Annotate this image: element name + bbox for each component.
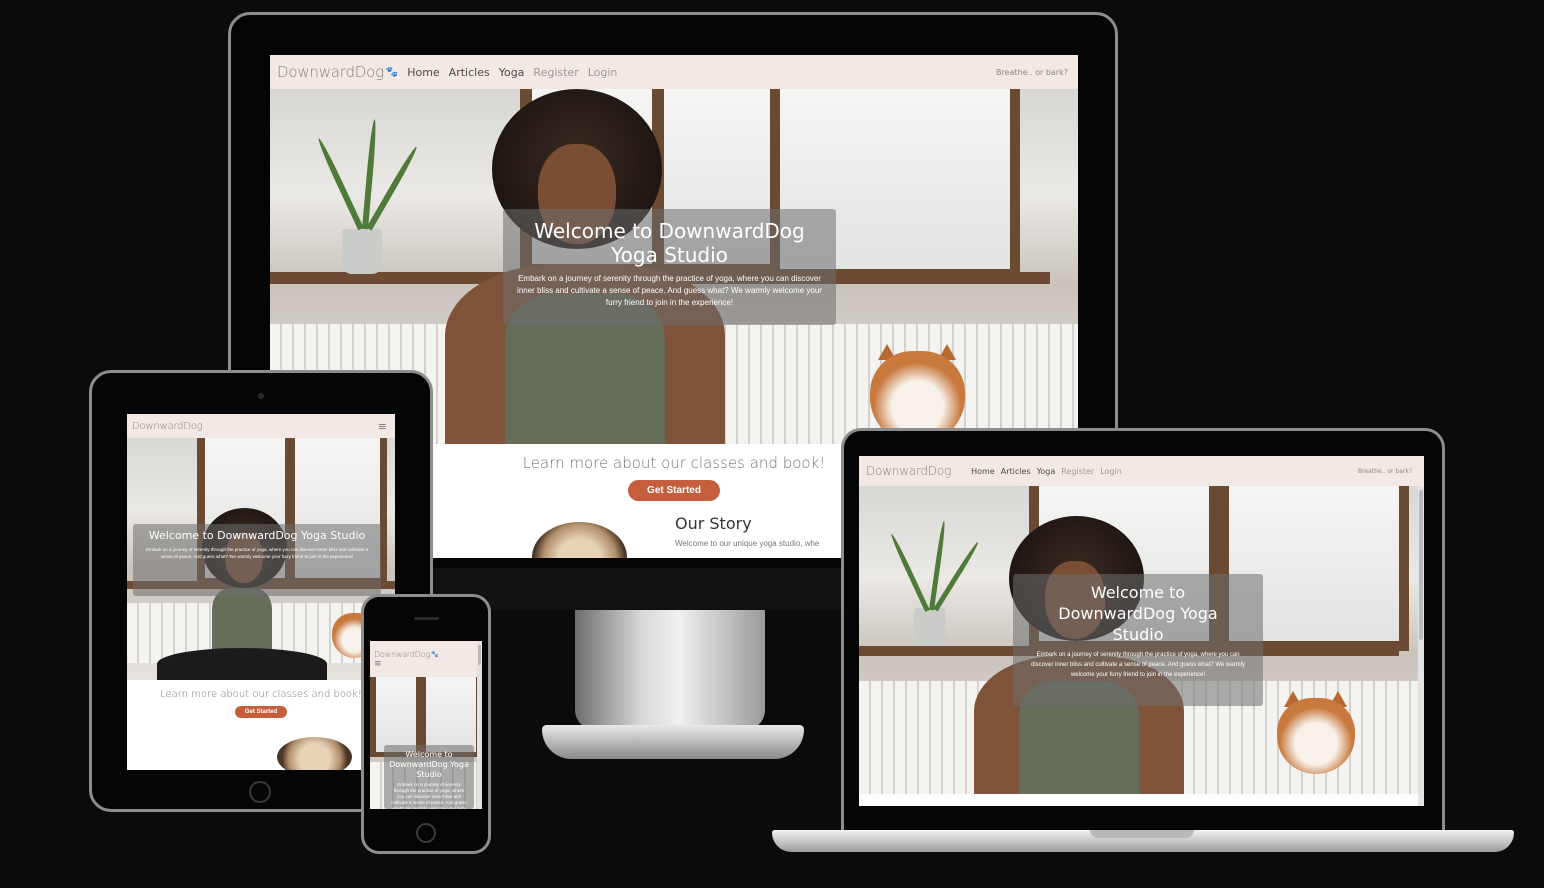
- nav-login[interactable]: Login: [1100, 467, 1122, 476]
- cta-section: [859, 794, 1424, 806]
- brand-logo[interactable]: DownwardDog: [132, 421, 203, 432]
- hero-text: Embark on a journey of serenity through …: [391, 782, 467, 809]
- hero-overlay: Welcome to DownwardDog Yoga Studio Embar…: [503, 209, 836, 325]
- hero-title-line1: Welcome to DownwardDog: [534, 219, 805, 243]
- nav-yoga[interactable]: Yoga: [499, 66, 525, 79]
- scrollbar[interactable]: [1418, 486, 1424, 806]
- pug-image: [277, 737, 352, 770]
- monitor-stand-base: [542, 725, 804, 759]
- hero-overlay: Welcome to DownwardDog Yoga Studio Embar…: [133, 524, 381, 596]
- tablet-camera: [258, 393, 264, 399]
- window-glass: [376, 677, 416, 752]
- phone-speaker: [414, 617, 439, 620]
- plant-leaf: [366, 145, 420, 231]
- nav-register[interactable]: Register: [1061, 467, 1094, 476]
- nav-articles[interactable]: Articles: [449, 66, 490, 79]
- hero-text: Embark on a journey of serenity through …: [517, 274, 822, 307]
- navbar: DownwardDog Home Articles Yoga Register …: [859, 456, 1424, 486]
- hero-text: Embark on a journey of serenity through …: [145, 547, 369, 559]
- monitor-stand: [575, 610, 765, 730]
- laptop-screen: DownwardDog Home Articles Yoga Register …: [859, 456, 1424, 806]
- paw-icon: 🐾: [385, 66, 399, 78]
- window-glass: [426, 677, 476, 752]
- nav-yoga[interactable]: Yoga: [1037, 467, 1056, 476]
- nav-register[interactable]: Register: [533, 66, 578, 79]
- plant-pot: [342, 229, 382, 274]
- pug-image: [532, 522, 627, 558]
- navbar: DownwardDog 🐾 ≡: [370, 641, 482, 677]
- nav-home[interactable]: Home: [407, 66, 439, 79]
- navbar: DownwardDog 🐾 Home Articles Yoga Registe…: [270, 55, 1078, 89]
- tablet-home-button[interactable]: [249, 781, 271, 803]
- get-started-button[interactable]: Get Started: [234, 706, 288, 718]
- scrollbar[interactable]: [477, 641, 482, 809]
- brand-name: DownwardDog: [374, 649, 430, 659]
- story-text: Welcome to our unique yoga studio, whe: [675, 539, 820, 548]
- story-title: Our Story: [675, 514, 752, 533]
- nav-login[interactable]: Login: [588, 66, 618, 79]
- tablet-screen: DownwardDog ≡ Welcome to DownwardDog Yog…: [127, 414, 395, 770]
- brand-logo[interactable]: DownwardDog: [866, 464, 951, 478]
- brand-logo[interactable]: DownwardDog 🐾: [277, 63, 398, 81]
- hamburger-icon[interactable]: ≡: [374, 659, 382, 669]
- hero-title: Welcome to DownwardDog Yoga Studio: [503, 219, 836, 267]
- scrollbar-thumb[interactable]: [1419, 490, 1423, 640]
- hero-overlay: Welcome to DownwardDog Yoga Studio Embar…: [1013, 574, 1263, 706]
- dog-head: [1277, 698, 1355, 774]
- nav-home[interactable]: Home: [971, 467, 995, 476]
- hero-title-line2: Yoga Studio: [611, 243, 728, 267]
- cta-text: Learn more about our classes and book!: [160, 689, 362, 700]
- tagline: Breathe.. or bark?: [995, 67, 1068, 77]
- phone-screen: DownwardDog 🐾 ≡ Welcome to DownwardDog Y…: [370, 641, 482, 809]
- hero-title: Welcome to DownwardDog Yoga Studio: [148, 529, 366, 542]
- hero-title: Welcome to DownwardDog Yoga Studio: [1058, 583, 1218, 644]
- brand-name: DownwardDog: [866, 464, 952, 478]
- navbar: DownwardDog ≡: [127, 414, 395, 438]
- tagline: Breathe.. or bark?: [1357, 467, 1412, 475]
- hamburger-icon[interactable]: ≡: [378, 420, 387, 433]
- hero-title: Welcome to DownwardDog Yoga Studio: [389, 750, 469, 779]
- plant-leaf: [889, 532, 930, 613]
- plant-leaf: [316, 137, 364, 231]
- brand-logo[interactable]: DownwardDog 🐾: [374, 650, 438, 659]
- brand-name: DownwardDog: [277, 63, 384, 81]
- laptop-notch: [1090, 830, 1194, 838]
- nav-articles[interactable]: Articles: [1001, 467, 1031, 476]
- get-started-button[interactable]: Get Started: [628, 480, 720, 501]
- hero-overlay: Welcome to DownwardDog Yoga Studio Embar…: [384, 745, 474, 809]
- phone-home-button[interactable]: [416, 823, 436, 843]
- brand-name: DownwardDog: [132, 420, 203, 432]
- cta-section: Learn more about our classes and book! G…: [127, 680, 395, 770]
- hero-text: Embark on a journey of serenity through …: [1030, 652, 1245, 678]
- scrollbar-thumb[interactable]: [478, 645, 481, 665]
- plant-pot: [914, 608, 946, 646]
- paw-icon: 🐾: [431, 650, 439, 658]
- person-legs: [157, 648, 327, 680]
